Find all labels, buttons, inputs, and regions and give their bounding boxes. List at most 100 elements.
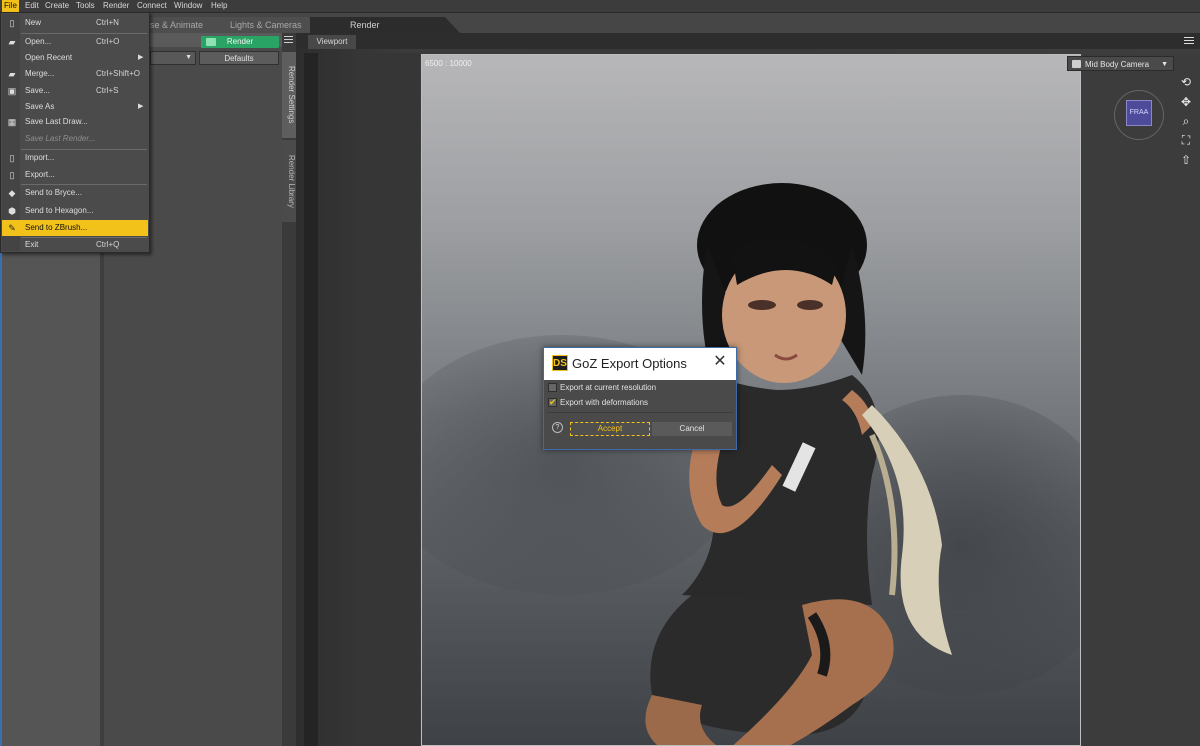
menu-connect[interactable]: Connect — [135, 0, 169, 12]
option-label: Export at current resolution — [560, 383, 657, 392]
menu-item-merge[interactable]: ▰ Merge... Ctrl+Shift+O — [2, 66, 148, 82]
frame-icon[interactable]: ⛶ — [1178, 132, 1194, 148]
goz-export-dialog: DS GoZ Export Options ✕ Export at curren… — [543, 347, 737, 450]
menu-item-send-to-zbrush[interactable]: ✎ Send to ZBrush... — [2, 220, 148, 236]
merge-icon: ▰ — [8, 69, 16, 79]
preset-dropdown[interactable]: ▼ — [150, 51, 196, 65]
menu-item-label: Save As — [25, 102, 55, 111]
tab-lights-cameras[interactable]: Lights & Cameras — [220, 17, 320, 33]
menu-item-open[interactable]: ▰ Open... Ctrl+O — [2, 34, 148, 50]
menu-item-shortcut: Ctrl+N — [96, 18, 119, 27]
menu-item-open-recent[interactable]: Open Recent ▶ — [2, 50, 148, 66]
viewport-menu-icon[interactable] — [1184, 37, 1194, 45]
panel-menu-icon[interactable] — [284, 36, 293, 44]
menu-render[interactable]: Render — [101, 0, 131, 12]
defaults-button[interactable]: Defaults — [199, 51, 279, 65]
menu-item-label: Open... — [25, 37, 52, 46]
menu-item-save-as[interactable]: Save As ▶ — [2, 99, 148, 115]
accept-button[interactable]: Accept — [570, 422, 650, 436]
viewport-margin — [354, 53, 420, 746]
render-button[interactable]: Render — [201, 36, 279, 48]
menu-item-save-last-render: Save Last Render... — [2, 131, 148, 147]
export-icon: ▯ — [9, 170, 15, 180]
menu-item-label: Save... — [25, 86, 50, 95]
tab-render[interactable]: Render — [310, 17, 460, 33]
bryce-icon: ◆ — [8, 188, 16, 198]
tab-viewport[interactable]: Viewport — [308, 35, 356, 49]
zbrush-icon: ✎ — [8, 223, 16, 233]
menu-item-shortcut: Ctrl+Shift+O — [96, 69, 141, 78]
zoom-icon[interactable]: ⌕ — [1178, 113, 1194, 129]
camera-icon — [1072, 60, 1081, 68]
menu-item-send-to-hexagon[interactable]: ⬢ Send to Hexagon... — [2, 203, 148, 219]
camera-select[interactable]: Mid Body Camera ▼ — [1067, 56, 1174, 71]
tab-render-settings[interactable]: Render Settings — [282, 52, 296, 138]
menu-item-exit[interactable]: Exit Ctrl+Q — [2, 237, 148, 253]
chevron-down-icon: ▼ — [185, 54, 192, 61]
menu-item-label: Save Last Render... — [25, 134, 96, 143]
floppy-icon: ▣ — [7, 86, 17, 96]
chevron-down-icon: ▼ — [1161, 61, 1168, 68]
menu-item-save-last-draw[interactable]: ▦ Save Last Draw... — [2, 114, 148, 130]
tab-pose-animate[interactable]: se & Animate — [140, 17, 230, 33]
menu-item-label: Send to Hexagon... — [25, 206, 94, 215]
menu-window[interactable]: Window — [172, 0, 204, 12]
pan-icon[interactable]: ✥ — [1178, 94, 1194, 110]
dialog-title-bar[interactable]: DS GoZ Export Options ✕ — [544, 348, 736, 380]
character-figure — [645, 183, 952, 745]
new-doc-icon: ▯ — [9, 18, 15, 28]
menu-item-send-to-bryce[interactable]: ◆ Send to Bryce... — [2, 185, 148, 201]
hexagon-icon: ⬢ — [8, 206, 16, 216]
menu-item-shortcut: Ctrl+Q — [96, 240, 120, 249]
menu-help[interactable]: Help — [209, 0, 229, 12]
option-export-with-deformations[interactable]: Export with deformations — [547, 396, 733, 409]
menu-bar: File Edit Create Tools Render Connect Wi… — [0, 0, 1200, 13]
menu-item-label: Open Recent — [25, 53, 73, 62]
file-menu: ▯ New Ctrl+N ▰ Open... Ctrl+O Open Recen… — [0, 12, 150, 253]
menu-item-label: Send to ZBrush... — [25, 223, 88, 232]
menu-file[interactable]: File — [2, 0, 19, 12]
menu-item-label: Merge... — [25, 69, 55, 78]
close-icon[interactable]: ✕ — [712, 354, 728, 370]
checkbox[interactable] — [548, 383, 557, 392]
menu-item-label: Exit — [25, 240, 39, 249]
submenu-arrow-icon: ▶ — [138, 103, 144, 110]
reset-view-icon[interactable]: ⇧ — [1178, 152, 1194, 168]
cancel-button[interactable]: Cancel — [652, 422, 732, 436]
menu-tools[interactable]: Tools — [74, 0, 97, 12]
tab-render-library[interactable]: Render Library — [282, 140, 296, 222]
daz-logo-icon: DS — [552, 355, 568, 371]
render-button-label: Render — [226, 37, 254, 46]
help-icon[interactable]: ? — [552, 422, 563, 433]
menu-item-save[interactable]: ▣ Save... Ctrl+S — [2, 83, 148, 99]
option-label: Export with deformations — [560, 398, 649, 407]
image-icon: ▦ — [7, 117, 17, 127]
menu-item-new[interactable]: ▯ New Ctrl+N — [2, 15, 148, 31]
menu-item-label: Send to Bryce... — [25, 188, 82, 197]
folder-icon: ▰ — [8, 37, 16, 47]
render-preview[interactable]: 6500 : 10000 — [421, 54, 1081, 746]
menu-item-shortcut: Ctrl+S — [96, 86, 119, 95]
camera-select-label: Mid Body Camera — [1085, 60, 1150, 69]
menu-item-import[interactable]: ▯ Import... — [2, 150, 148, 166]
submenu-arrow-icon: ▶ — [138, 54, 144, 61]
camera-icon — [206, 38, 216, 46]
viewport-tab-bar — [296, 33, 1200, 49]
menu-item-label: Export... — [25, 170, 55, 179]
dialog-title: GoZ Export Options — [572, 356, 687, 371]
view-cube[interactable]: FRAA — [1114, 90, 1164, 140]
dialog-divider — [547, 412, 733, 413]
left-pane-edge — [0, 250, 2, 746]
aspect-ratio-label: 6500 : 10000 — [425, 59, 472, 68]
menu-item-label: New — [25, 18, 42, 27]
menu-item-label: Import... — [25, 153, 55, 162]
menu-item-shortcut: Ctrl+O — [96, 37, 120, 46]
menu-create[interactable]: Create — [43, 0, 71, 12]
menu-edit[interactable]: Edit — [23, 0, 41, 12]
menu-item-export[interactable]: ▯ Export... — [2, 167, 148, 183]
option-export-current-resolution[interactable]: Export at current resolution — [547, 381, 733, 394]
menu-item-label: Save Last Draw... — [25, 117, 88, 126]
orbit-icon[interactable]: ⟲ — [1178, 74, 1194, 90]
checkbox-checked[interactable] — [548, 396, 557, 409]
view-cube-face[interactable]: FRAA — [1126, 100, 1152, 126]
